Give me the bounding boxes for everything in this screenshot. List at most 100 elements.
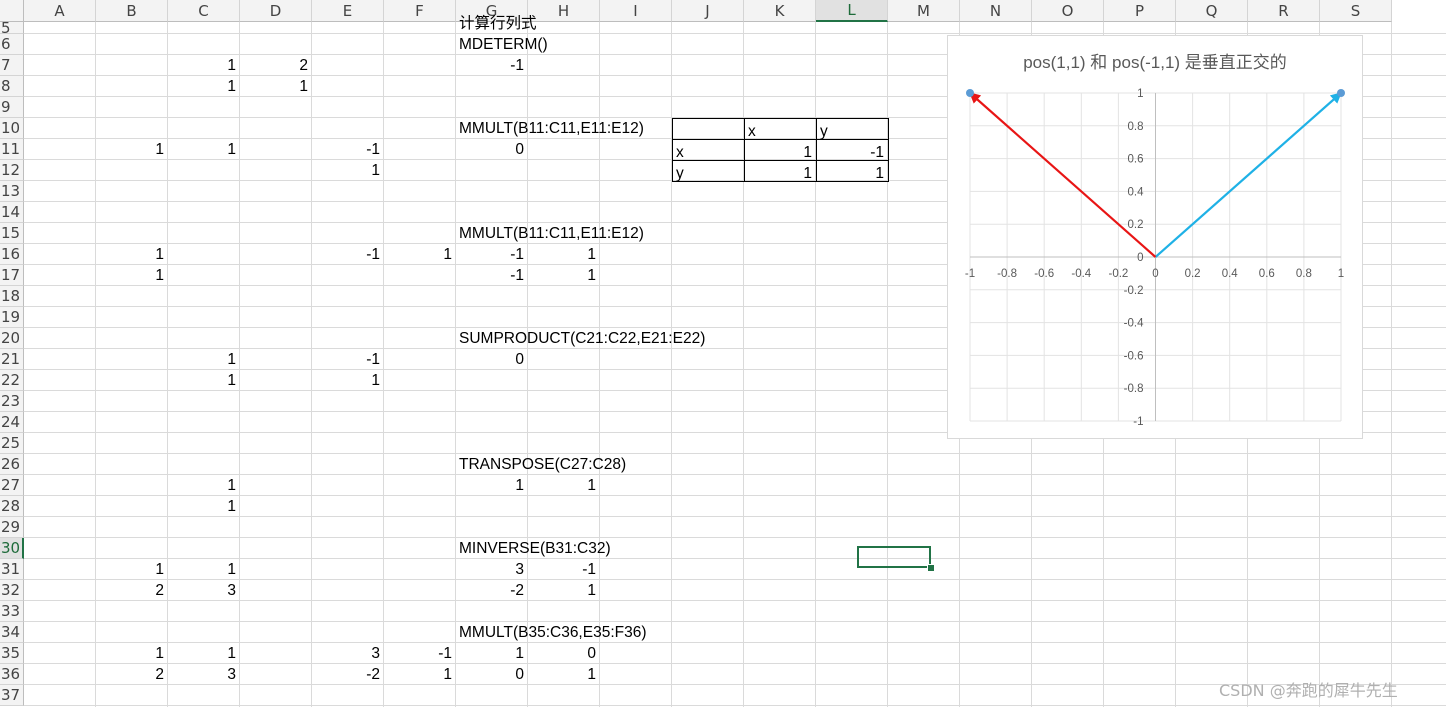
row-header-14[interactable]: 14 [0, 202, 24, 223]
row-header-30[interactable]: 30 [0, 538, 24, 559]
cell-G30[interactable]: MINVERSE(B31:C32) [456, 538, 744, 559]
cell-C8[interactable]: 1 [168, 76, 240, 97]
select-all-corner[interactable] [0, 0, 24, 22]
row-header-35[interactable]: 35 [0, 643, 24, 664]
column-header-K[interactable]: K [744, 0, 816, 22]
cell-C32[interactable]: 3 [168, 580, 240, 601]
column-header-D[interactable]: D [240, 0, 312, 22]
column-header-L[interactable]: L [816, 0, 888, 22]
cell-H36[interactable]: 1 [528, 664, 600, 685]
cell-C35[interactable]: 1 [168, 643, 240, 664]
chart-area[interactable]: pos(1,1) 和 pos(-1,1) 是垂直正交的 -1 -0.8 -0.6 -0… [947, 35, 1363, 439]
cell-E35[interactable]: 3 [312, 643, 384, 664]
row-header-18[interactable]: 18 [0, 286, 24, 307]
cell-D7[interactable]: 2 [240, 55, 312, 76]
column-header-A[interactable]: A [24, 0, 96, 22]
row-header-25[interactable]: 25 [0, 433, 24, 454]
column-header-S[interactable]: S [1320, 0, 1392, 22]
row-header-11[interactable]: 11 [0, 139, 24, 160]
cell-G20[interactable]: SUMPRODUCT(C21:C22,E21:E22) [456, 328, 744, 349]
row-header-27[interactable]: 27 [0, 475, 24, 496]
row-header-10[interactable]: 10 [0, 118, 24, 139]
matrix-cell[interactable]: y [672, 160, 745, 182]
row-header-19[interactable]: 19 [0, 307, 24, 328]
cell-C28[interactable]: 1 [168, 496, 240, 517]
cell-H31[interactable]: -1 [528, 559, 600, 580]
row-header-15[interactable]: 15 [0, 223, 24, 244]
cell-E12[interactable]: 1 [312, 160, 384, 181]
cell-H17[interactable]: 1 [528, 265, 600, 286]
matrix-cell[interactable]: 1 [744, 139, 817, 161]
row-header-7[interactable]: 7 [0, 55, 24, 76]
active-cell-selection[interactable] [857, 546, 931, 568]
row-header-9[interactable]: 9 [0, 97, 24, 118]
cell-E21[interactable]: -1 [312, 349, 384, 370]
cell-C36[interactable]: 3 [168, 664, 240, 685]
cell-G35[interactable]: 1 [456, 643, 528, 664]
cell-C27[interactable]: 1 [168, 475, 240, 496]
cell-G17[interactable]: -1 [456, 265, 528, 286]
cell-E16[interactable]: -1 [312, 244, 384, 265]
fill-handle[interactable] [927, 564, 935, 572]
cell-H16[interactable]: 1 [528, 244, 600, 265]
row-header-6[interactable]: 6 [0, 34, 24, 55]
column-header-R[interactable]: R [1248, 0, 1320, 22]
row-header-36[interactable]: 36 [0, 664, 24, 685]
cell-B32[interactable]: 2 [96, 580, 168, 601]
cell-H32[interactable]: 1 [528, 580, 600, 601]
cell-B17[interactable]: 1 [96, 265, 168, 286]
matrix-cell[interactable]: -1 [816, 139, 889, 161]
cell-B16[interactable]: 1 [96, 244, 168, 265]
row-header-34[interactable]: 34 [0, 622, 24, 643]
row-header-12[interactable]: 12 [0, 160, 24, 181]
matrix-cell[interactable]: y [816, 118, 889, 140]
row-header-20[interactable]: 20 [0, 328, 24, 349]
matrix-cell[interactable] [672, 118, 745, 140]
row-header-21[interactable]: 21 [0, 349, 24, 370]
cell-G31[interactable]: 3 [456, 559, 528, 580]
row-header-5[interactable]: 5 [0, 22, 24, 34]
row-header-33[interactable]: 33 [0, 601, 24, 622]
column-header-F[interactable]: F [384, 0, 456, 22]
cell-G32[interactable]: -2 [456, 580, 528, 601]
row-header-23[interactable]: 23 [0, 391, 24, 412]
matrix-cell[interactable]: 1 [816, 160, 889, 182]
row-header-16[interactable]: 16 [0, 244, 24, 265]
cell-H35[interactable]: 0 [528, 643, 600, 664]
cell-G26[interactable]: TRANSPOSE(C27:C28) [456, 454, 744, 475]
cell-C31[interactable]: 1 [168, 559, 240, 580]
row-header-17[interactable]: 17 [0, 265, 24, 286]
cell-C22[interactable]: 1 [168, 370, 240, 391]
cell-F36[interactable]: 1 [384, 664, 456, 685]
matrix-cell[interactable]: x [744, 118, 817, 140]
cell-C21[interactable]: 1 [168, 349, 240, 370]
cell-G34[interactable]: MMULT(B35:C36,E35:F36) [456, 622, 744, 643]
cell-E36[interactable]: -2 [312, 664, 384, 685]
cell-C11[interactable]: 1 [168, 139, 240, 160]
cell-G21[interactable]: 0 [456, 349, 528, 370]
column-header-N[interactable]: N [960, 0, 1032, 22]
cell-E22[interactable]: 1 [312, 370, 384, 391]
cell-G6[interactable]: MDETERM() [456, 34, 744, 55]
column-header-C[interactable]: C [168, 0, 240, 22]
matrix-cell[interactable]: 1 [744, 160, 817, 182]
row-header-8[interactable]: 8 [0, 76, 24, 97]
column-header-O[interactable]: O [1032, 0, 1104, 22]
column-header-P[interactable]: P [1104, 0, 1176, 22]
cell-B31[interactable]: 1 [96, 559, 168, 580]
cell-F35[interactable]: -1 [384, 643, 456, 664]
cell-B36[interactable]: 2 [96, 664, 168, 685]
column-header-M[interactable]: M [888, 0, 960, 22]
row-header-24[interactable]: 24 [0, 412, 24, 433]
column-header-B[interactable]: B [96, 0, 168, 22]
row-header-31[interactable]: 31 [0, 559, 24, 580]
cell-B11[interactable]: 1 [96, 139, 168, 160]
cell-G27[interactable]: 1 [456, 475, 528, 496]
cell-E11[interactable]: -1 [312, 139, 384, 160]
cell-G11[interactable]: 0 [456, 139, 528, 160]
cell-C7[interactable]: 1 [168, 55, 240, 76]
column-header-E[interactable]: E [312, 0, 384, 22]
cell-F16[interactable]: 1 [384, 244, 456, 265]
matrix-cell[interactable]: x [672, 139, 745, 161]
cell-G5[interactable]: 计算行列式 [456, 13, 744, 34]
